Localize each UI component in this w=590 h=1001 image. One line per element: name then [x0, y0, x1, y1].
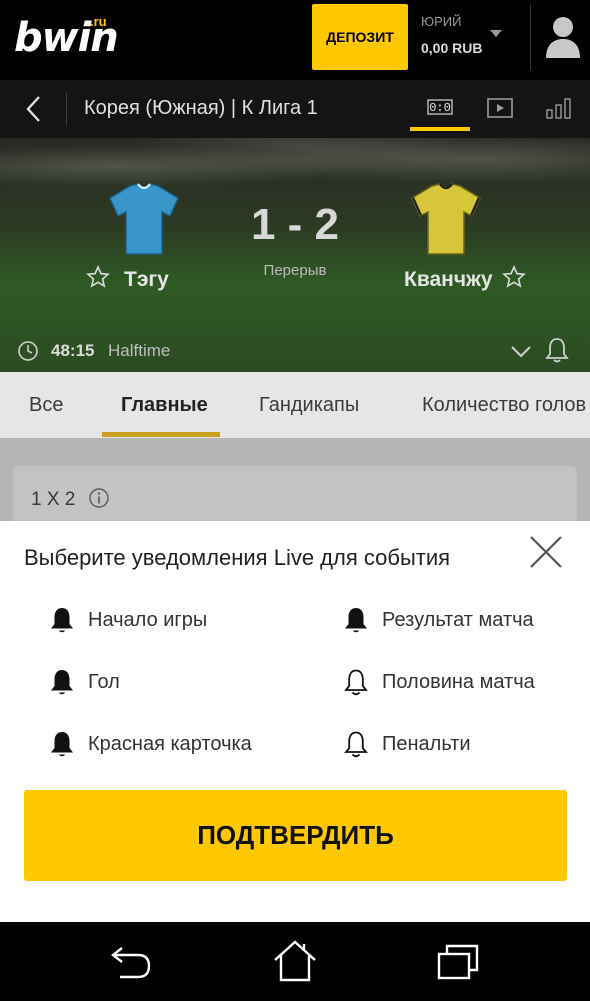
user-profile-icon[interactable] [545, 14, 581, 60]
home-jersey-icon [109, 183, 179, 255]
bell-filled-icon [51, 732, 73, 757]
video-play-icon[interactable] [486, 96, 514, 120]
notifications-sheet: Выберите уведомления Live для события На… [0, 521, 590, 922]
notification-option-half-time[interactable]: Половина матча [342, 661, 572, 701]
bell-filled-icon [51, 608, 73, 633]
bell-outline-icon [344, 669, 368, 696]
clock-icon [18, 341, 38, 361]
sheet-title: Выберите уведомления Live для события [24, 545, 451, 570]
android-nav-bar [0, 922, 590, 1001]
top-bar: bwin .ru ДЕПОЗИТ ЮРИЙ 0,00 RUB [0, 0, 590, 80]
caret-down-icon[interactable] [490, 30, 502, 37]
bell-outline-icon[interactable] [545, 336, 569, 364]
scoreboard: 1 - 2 Перерыв Тэгу Кванчжу 48:15 Halftim… [0, 138, 590, 372]
active-tab-underline [102, 432, 220, 437]
stats-bars-icon[interactable] [545, 96, 575, 120]
home-team-name: Тэгу [124, 268, 169, 291]
market-name: 1 X 2 [31, 489, 76, 510]
confirm-button[interactable]: ПОДТВЕРДИТЬ [24, 790, 567, 881]
match-status: Halftime [108, 341, 171, 360]
info-icon[interactable] [88, 487, 110, 509]
close-icon[interactable] [527, 533, 565, 571]
logo-suffix: .ru [90, 14, 107, 29]
tab-main[interactable]: Главные [121, 394, 208, 417]
header-divider [530, 4, 531, 70]
back-arrow-icon[interactable] [22, 94, 46, 124]
chevron-down-icon[interactable] [510, 341, 532, 361]
notification-label: Пенальти [382, 733, 471, 755]
notification-label: Результат матча [382, 609, 534, 631]
divider [66, 92, 67, 126]
deposit-button[interactable]: ДЕПОЗИТ [312, 4, 408, 70]
favorite-star-icon[interactable] [86, 265, 110, 289]
nav-home-icon[interactable] [271, 938, 319, 984]
market-tabs: Все Главные Гандикапы Количество голов [0, 372, 590, 438]
event-title: Корея (Южная) | К Лига 1 [84, 97, 318, 119]
tab-handicaps[interactable]: Гандикапы [259, 394, 359, 417]
active-tab-underline [410, 127, 470, 131]
user-balance[interactable]: 0,00 RUB [421, 40, 482, 56]
match-score: 1 - 2 [250, 200, 340, 249]
away-team-name: Кванчжу [404, 268, 493, 291]
bell-outline-icon [344, 731, 368, 758]
notification-option-red-card[interactable]: Красная карточка [48, 723, 288, 763]
bell-filled-icon [51, 670, 73, 695]
notification-label: Красная карточка [88, 733, 252, 755]
tab-scoreboard[interactable]: 0:0 [410, 80, 470, 132]
away-jersey-icon [411, 183, 481, 255]
tab-total-goals[interactable]: Количество голов [422, 394, 586, 417]
notification-option-goal[interactable]: Гол [48, 661, 288, 701]
user-name[interactable]: ЮРИЙ [421, 14, 462, 29]
notification-label: Начало игры [88, 609, 208, 631]
nav-back-icon[interactable] [108, 942, 154, 982]
notification-label: Половина матча [382, 671, 535, 693]
favorite-star-icon[interactable] [502, 265, 526, 289]
event-subheader: Корея (Южная) | К Лига 1 0:0 [0, 80, 590, 138]
tab-all[interactable]: Все [29, 394, 63, 417]
match-time: 48:15 [51, 341, 95, 360]
svg-text:0:0: 0:0 [429, 101, 451, 115]
notification-label: Гол [88, 671, 120, 693]
notification-option-game-start[interactable]: Начало игры [48, 599, 288, 639]
scoreboard-icon: 0:0 [427, 99, 453, 115]
nav-recent-apps-icon[interactable] [435, 940, 481, 982]
stadium-background [0, 138, 590, 208]
notification-option-penalty[interactable]: Пенальти [342, 723, 572, 763]
bell-filled-icon [345, 608, 367, 633]
notification-option-match-result[interactable]: Результат матча [342, 599, 572, 639]
match-period: Перерыв [263, 262, 327, 279]
